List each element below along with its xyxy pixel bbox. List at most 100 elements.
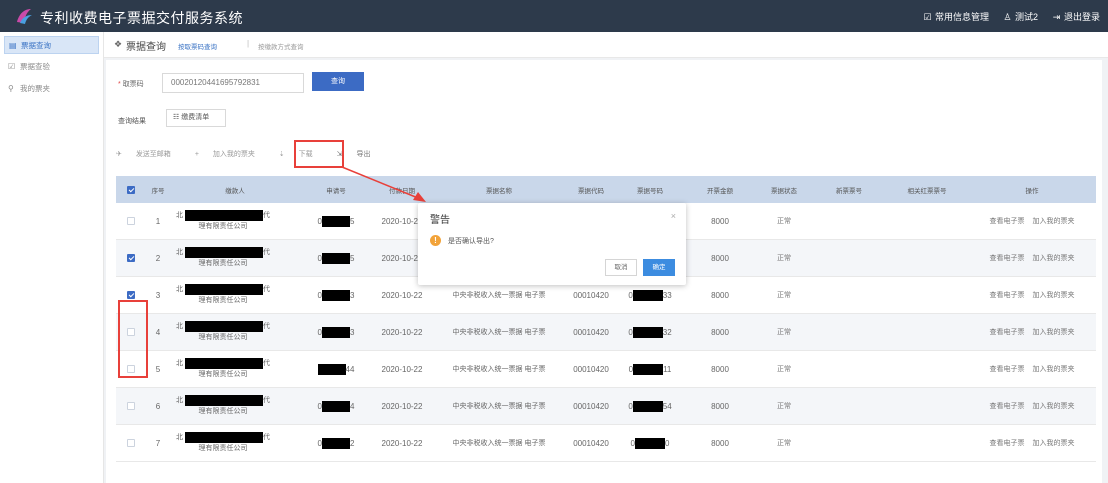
amount-cell: 8000 <box>711 253 729 263</box>
sidebar-item-invoice-verify[interactable]: ☑ 票据查验 <box>4 58 99 76</box>
red-number-cell <box>886 388 968 424</box>
pickup-code-input[interactable]: 00020120441695792831 <box>162 73 304 93</box>
invoice-number-cell: 0 11 <box>628 363 672 375</box>
new-number-cell <box>812 425 886 461</box>
sidebar: ▤ 票据查询 ☑ 票据查验 ⚲ 我的票夹 <box>0 32 104 483</box>
row-checkbox[interactable] <box>127 402 135 410</box>
add-to-folder-link[interactable]: 加入我的票夹 <box>1033 327 1075 337</box>
tab-by-payment[interactable]: 按缴款方式查询 <box>258 41 304 51</box>
edit-icon: ☑ <box>923 12 932 22</box>
confirm-button[interactable]: 确定 <box>643 259 675 276</box>
table-row: 6 北代 理有限责任公司 04 2020-10-22 中央非税收入统一票据 电子… <box>116 388 1096 425</box>
status-badge: 正常 <box>777 255 791 262</box>
row-actions: 查看电子票 加入我的票夹 <box>968 203 1096 239</box>
amount-cell: 8000 <box>711 438 729 448</box>
logout-link[interactable]: ⇥ 退出登录 <box>1052 10 1100 23</box>
redaction-mask <box>185 395 263 406</box>
row-actions: 查看电子票 加入我的票夹 <box>968 240 1096 276</box>
redaction-mask <box>185 321 263 332</box>
add-to-folder-link[interactable]: 加入我的票夹 <box>1033 216 1075 226</box>
invoice-name-cell: 中央非税收入统一票据 电子票 <box>452 366 546 373</box>
dialog-message: 是否确认导出? <box>448 238 494 245</box>
redaction-mask <box>185 247 263 258</box>
app-no-cell: 02 <box>317 437 355 449</box>
header-invoice-number: 票据号码 <box>637 187 663 195</box>
invoice-number-cell: 0 33 <box>628 289 672 301</box>
add-to-folder-link[interactable]: 加入我的票夹 <box>1033 364 1075 374</box>
row-checkbox[interactable] <box>127 291 135 299</box>
status-badge: 正常 <box>777 366 791 373</box>
info-manage-link[interactable]: ☑ 常用信息管理 <box>923 10 989 23</box>
row-actions: 查看电子票 加入我的票夹 <box>968 425 1096 461</box>
row-no: 7 <box>155 438 161 448</box>
row-no: 3 <box>155 290 161 300</box>
add-to-folder-link[interactable]: 加入我的票夹 <box>1033 401 1075 411</box>
header-payer: 缴款人 <box>225 187 245 195</box>
redaction-mask <box>322 252 350 264</box>
cancel-button[interactable]: 取消 <box>605 259 637 276</box>
select-all-checkbox[interactable] <box>127 185 135 194</box>
row-actions: 查看电子票 加入我的票夹 <box>968 277 1096 313</box>
status-badge: 正常 <box>777 403 791 410</box>
warning-icon: ! <box>430 235 441 246</box>
payer-cell: 北代 理有限责任公司 <box>176 247 270 267</box>
header-invoice-name: 票据名称 <box>486 187 512 195</box>
logout-icon: ⇥ <box>1052 12 1061 22</box>
view-invoice-link[interactable]: 查看电子票 <box>990 253 1025 263</box>
row-no: 6 <box>155 401 161 411</box>
invoice-code-cell: 00010420 <box>573 401 609 411</box>
header-red-number: 相关红票票号 <box>907 187 947 195</box>
close-icon[interactable]: × <box>671 211 676 221</box>
row-no: 1 <box>155 216 161 226</box>
redaction-mask <box>322 326 350 338</box>
tab-by-code[interactable]: 按取票码查询 <box>178 41 217 51</box>
check-icon: ☑ <box>8 62 16 71</box>
row-checkbox[interactable] <box>127 439 135 447</box>
add-to-folder-link[interactable]: 加入我的票夹 <box>1033 290 1075 300</box>
view-invoice-link[interactable]: 查看电子票 <box>990 364 1025 374</box>
red-number-cell <box>886 277 968 313</box>
pay-date-cell: 2020-10-22 <box>381 438 423 448</box>
table-row: 4 北代 理有限责任公司 03 2020-10-22 中央非税收入统一票据 电子… <box>116 314 1096 351</box>
new-number-cell <box>812 388 886 424</box>
redaction-mask <box>633 363 664 375</box>
payer-cell: 北代 理有限责任公司 <box>176 321 270 341</box>
download-icon: ⇣ <box>278 151 287 158</box>
view-invoice-link[interactable]: 查看电子票 <box>990 327 1025 337</box>
header-amount: 开票金额 <box>707 187 733 195</box>
view-invoice-link[interactable]: 查看电子票 <box>990 438 1025 448</box>
redaction-mask <box>632 400 663 412</box>
code-label: * 取票码 <box>118 81 144 88</box>
user-icon: ♙ <box>1003 12 1012 22</box>
row-checkbox[interactable] <box>127 217 135 225</box>
add-to-folder-link[interactable]: 加入我的票夹 <box>1033 253 1075 263</box>
invoice-code-cell: 00010420 <box>573 327 609 337</box>
invoice-name-cell: 中央非税收入统一票据 电子票 <box>452 403 546 410</box>
payment-list-button[interactable]: ☷ 缴费清单 <box>166 109 226 127</box>
user-menu[interactable]: ♙ 测试2 <box>1003 10 1038 23</box>
payer-cell: 北代 理有限责任公司 <box>176 432 270 452</box>
invoice-number-cell: 0 54 <box>628 400 672 412</box>
payer-cell: 北代 理有限责任公司 <box>176 358 270 378</box>
send-icon: ✈ <box>116 151 124 158</box>
add-folder-button[interactable]: + 加入我的票夹 <box>195 149 267 163</box>
new-number-cell <box>812 240 886 276</box>
view-invoice-link[interactable]: 查看电子票 <box>990 290 1025 300</box>
view-invoice-link[interactable]: 查看电子票 <box>990 216 1025 226</box>
add-to-folder-link[interactable]: 加入我的票夹 <box>1033 438 1075 448</box>
header-new-number: 新票票号 <box>836 187 862 195</box>
row-checkbox[interactable] <box>127 254 135 262</box>
view-invoice-link[interactable]: 查看电子票 <box>990 401 1025 411</box>
amount-cell: 8000 <box>711 327 729 337</box>
header-actions: 操作 <box>1025 187 1039 195</box>
query-button[interactable]: 查询 <box>312 72 364 91</box>
sidebar-item-my-folder[interactable]: ⚲ 我的票夹 <box>4 80 99 98</box>
amount-cell: 8000 <box>711 216 729 226</box>
new-number-cell <box>812 277 886 313</box>
payer-cell: 北代 理有限责任公司 <box>176 395 270 415</box>
app-logo-icon <box>17 9 32 24</box>
sidebar-item-invoice-query[interactable]: ▤ 票据查询 <box>4 36 99 54</box>
header-invoice-code: 票据代码 <box>578 187 604 195</box>
send-email-button[interactable]: ✈ 发送至邮箱 <box>116 149 183 163</box>
row-no: 4 <box>155 327 161 337</box>
